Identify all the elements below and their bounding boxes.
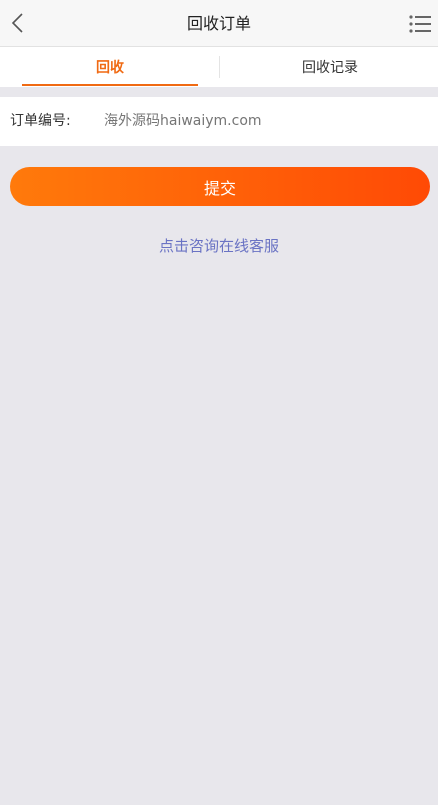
chevron-left-icon [11,13,23,33]
order-number-row: 订单编号: [0,97,438,146]
tab-recycle-records[interactable]: 回收记录 [240,47,420,87]
order-number-input[interactable] [104,106,424,136]
back-button[interactable] [4,8,30,38]
online-service-link[interactable]: 点击咨询在线客服 [0,235,438,257]
tab-bar: 回收 回收记录 [0,47,438,87]
order-number-label: 订单编号: [10,113,71,129]
tab-divider [219,56,220,78]
list-menu-icon [409,15,431,33]
menu-button[interactable] [408,12,432,36]
submit-button[interactable]: 提交 [10,167,430,206]
active-tab-indicator [22,84,198,86]
top-nav-bar: 回收订单 [0,0,438,47]
page-title: 回收订单 [186,14,251,33]
tab-recycle[interactable]: 回收 [22,47,198,87]
